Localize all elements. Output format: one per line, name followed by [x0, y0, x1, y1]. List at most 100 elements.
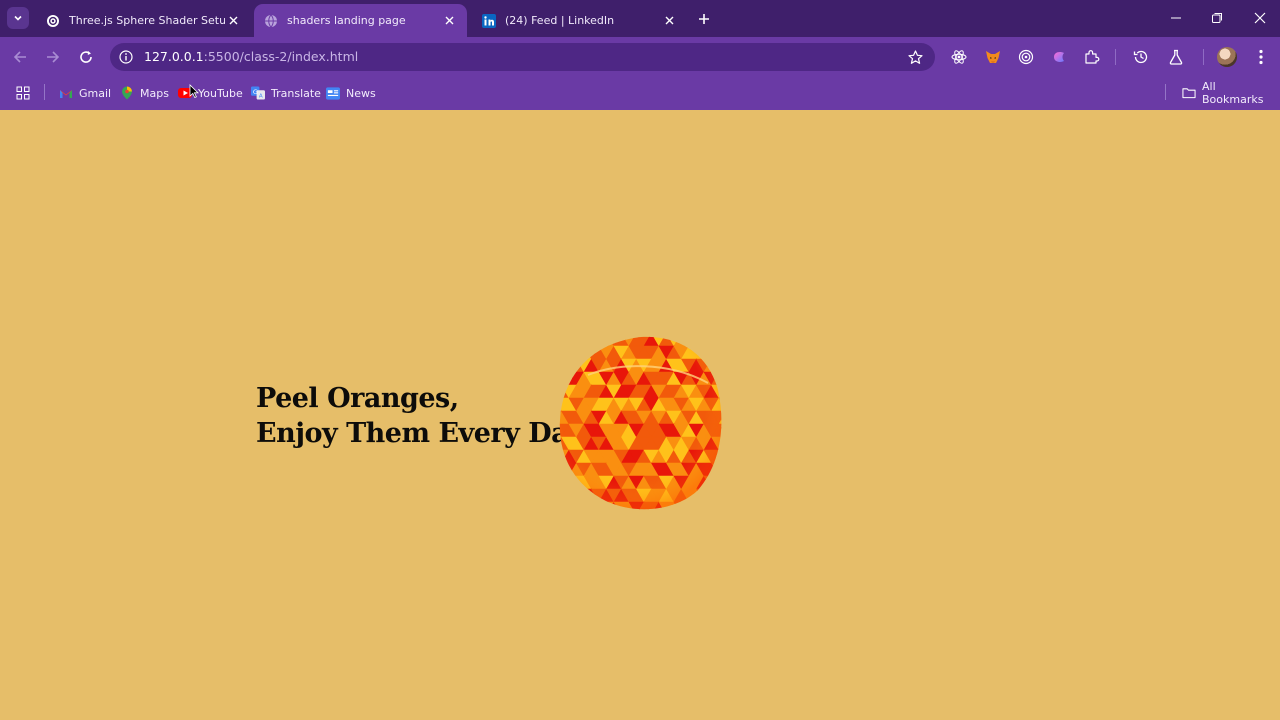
profile-avatar[interactable] — [1217, 47, 1237, 67]
restore-button[interactable] — [1207, 8, 1227, 28]
arrow-right-icon — [47, 51, 60, 63]
react-devtools-extension[interactable] — [948, 46, 970, 68]
sphere-facet — [559, 475, 563, 490]
react-icon — [951, 50, 967, 64]
bookmark-label: YouTube — [198, 86, 243, 100]
linkedin-icon — [482, 13, 496, 28]
folder-icon — [1182, 86, 1196, 100]
page-viewport: Peel Oranges, Enjoy Them Every Day. — [0, 84, 1280, 720]
sphere-facet — [718, 371, 722, 386]
sphere-facet — [568, 488, 585, 503]
bookmark-label: News — [346, 86, 376, 100]
sphere-facet — [568, 501, 585, 510]
ai-assistant-icon — [1054, 52, 1064, 62]
history-button[interactable] — [1130, 46, 1152, 68]
tab-title: Three.js Sphere Shader Setup — [69, 14, 225, 27]
reload-icon — [80, 51, 92, 63]
url-host: 127.0.0.1 — [144, 49, 204, 64]
all-bookmarks-label: All Bookmarks — [1202, 80, 1264, 106]
sphere-facet — [680, 336, 698, 347]
sphere-facet — [710, 358, 722, 373]
sphere-facet — [695, 501, 713, 510]
sphere-facet — [559, 384, 563, 399]
site-info-icon[interactable] — [118, 49, 134, 65]
reload-button[interactable] — [75, 46, 97, 68]
sphere-facet — [718, 345, 722, 360]
sphere-facet — [568, 336, 585, 347]
sphere-facet — [583, 501, 600, 510]
tab-search-button[interactable] — [7, 7, 29, 29]
bookmark-label: Maps — [140, 86, 169, 100]
sphere-facet — [680, 501, 698, 510]
tab-threejs[interactable]: Three.js Sphere Shader Setup — [36, 4, 251, 37]
tab-linkedin[interactable]: (24) Feed | LinkedIn — [472, 4, 687, 37]
chevron-down-icon — [14, 15, 22, 21]
gradient-extension[interactable] — [1048, 46, 1070, 68]
sphere-facet — [673, 501, 690, 510]
bookmark-label: Gmail — [79, 86, 112, 100]
headline-line-1: Peel Oranges, — [256, 383, 459, 414]
extensions-button[interactable] — [1081, 46, 1103, 68]
apps-button[interactable] — [16, 84, 36, 102]
sphere-facet — [559, 501, 563, 510]
sphere-facet — [559, 345, 563, 360]
tab-shaders-landing[interactable]: shaders landing page — [254, 4, 467, 37]
bookmark-youtube[interactable]: YouTube — [178, 84, 243, 102]
sphere-facet — [560, 358, 578, 373]
sphere-facet — [560, 488, 578, 503]
close-window-button[interactable] — [1250, 8, 1270, 28]
url-path: :5500/class-2/index.html — [203, 49, 359, 64]
sphere-facet — [568, 345, 585, 360]
sphere-facet — [710, 336, 722, 347]
openai-icon — [46, 14, 60, 28]
gmail-icon — [59, 86, 73, 100]
globe-icon — [264, 14, 278, 28]
target-extension[interactable] — [1015, 46, 1037, 68]
sphere-facet — [559, 345, 570, 360]
sphere-facet — [710, 475, 722, 490]
sphere-facet — [718, 336, 722, 347]
sphere-facet — [710, 488, 722, 503]
sphere-facet — [718, 475, 722, 490]
bookmark-translate[interactable]: GA Translate — [251, 84, 321, 102]
close-tab-icon[interactable] — [441, 13, 457, 29]
metamask-fox-icon — [986, 51, 1000, 63]
bookmark-maps[interactable]: Maps — [120, 84, 169, 102]
flask-icon — [1169, 49, 1183, 65]
sphere-facet — [703, 345, 720, 360]
address-bar[interactable]: 127.0.0.1:5500/class-2/index.html — [110, 43, 935, 71]
browser-menu-button[interactable] — [1250, 46, 1272, 68]
new-tab-button[interactable] — [695, 10, 713, 28]
metamask-extension[interactable] — [982, 46, 1004, 68]
forward-button[interactable] — [42, 46, 64, 68]
sphere-facet — [718, 501, 722, 510]
sphere-facet — [583, 336, 600, 347]
back-button[interactable] — [9, 46, 31, 68]
sphere-facet — [710, 501, 722, 510]
translate-icon: GA — [251, 86, 265, 100]
tab-strip: Three.js Sphere Shader Setup shaders lan… — [0, 0, 1280, 37]
orange-sphere-canvas[interactable] — [558, 335, 724, 513]
bookmark-star-icon[interactable] — [907, 49, 923, 65]
sphere-facet — [688, 501, 705, 510]
labs-button[interactable] — [1165, 46, 1187, 68]
apps-grid-icon — [16, 86, 30, 100]
maps-icon — [120, 86, 134, 100]
sphere-facet — [718, 358, 722, 373]
sphere-facet — [695, 336, 713, 347]
sphere-facet — [710, 345, 722, 360]
bookmarks-separator — [1165, 84, 1166, 100]
all-bookmarks-button[interactable]: All Bookmarks — [1182, 80, 1280, 106]
svg-text:G: G — [253, 88, 258, 96]
svg-text:A: A — [259, 94, 263, 100]
tab-title: shaders landing page — [287, 14, 406, 27]
sphere-facet — [718, 488, 722, 503]
arrow-left-icon — [13, 51, 26, 63]
close-icon — [1254, 12, 1266, 24]
close-tab-icon[interactable] — [661, 13, 677, 29]
sphere-facet — [559, 488, 570, 503]
close-tab-icon[interactable] — [225, 13, 241, 29]
bookmark-news[interactable]: News — [326, 84, 376, 102]
minimize-button[interactable] — [1166, 8, 1186, 28]
bookmark-gmail[interactable]: Gmail — [59, 84, 111, 102]
